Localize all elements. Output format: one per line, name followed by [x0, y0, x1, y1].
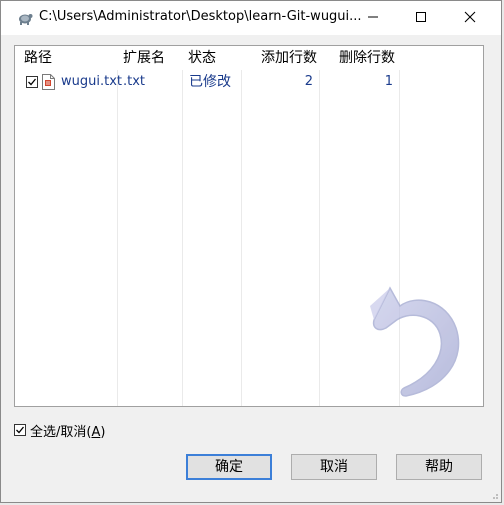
- column-divider: [182, 46, 183, 406]
- select-all-checkbox[interactable]: [14, 424, 26, 436]
- column-divider: [241, 46, 242, 406]
- table-row[interactable]: wugui.txt .txt 已修改 2 1: [15, 72, 483, 92]
- row-path: wugui.txt: [61, 74, 122, 89]
- close-icon: [464, 11, 476, 23]
- row-extension: .txt: [123, 74, 146, 89]
- checkmark-icon: [16, 426, 25, 434]
- select-all-toggle[interactable]: 全选/取消(A): [14, 421, 106, 440]
- help-button[interactable]: 帮助: [396, 454, 482, 480]
- column-header-deleted-lines[interactable]: 删除行数: [323, 46, 395, 70]
- row-deleted-lines: 1: [384, 74, 393, 89]
- close-button[interactable]: [447, 1, 493, 33]
- row-status: 已修改: [189, 74, 231, 90]
- dialog-window: C:\Users\Administrator\Desktop\learn-Git…: [0, 0, 502, 503]
- text-file-icon: [42, 74, 55, 90]
- resize-grip-icon[interactable]: [489, 490, 499, 500]
- column-header-extension[interactable]: 扩展名: [123, 46, 165, 70]
- maximize-icon: [416, 12, 426, 22]
- column-header-status[interactable]: 状态: [188, 46, 216, 70]
- row-added-lines: 2: [304, 74, 313, 89]
- title-bar[interactable]: C:\Users\Administrator\Desktop\learn-Git…: [1, 1, 501, 35]
- dialog-client-area: 路径 扩展名 状态 添加行数 删除行数 wugui.txt .txt 已修改 2…: [1, 35, 501, 502]
- tortoisegit-icon: [19, 14, 33, 25]
- ok-button[interactable]: 确定: [186, 454, 272, 480]
- row-checkbox[interactable]: [26, 76, 38, 88]
- window-title: C:\Users\Administrator\Desktop\learn-Git…: [39, 9, 362, 24]
- checkmark-icon: [28, 78, 37, 86]
- minimize-button[interactable]: [350, 1, 396, 33]
- column-header-added-lines[interactable]: 添加行数: [245, 46, 317, 70]
- file-list[interactable]: 路径 扩展名 状态 添加行数 删除行数 wugui.txt .txt 已修改 2…: [14, 45, 484, 407]
- column-divider: [117, 46, 118, 406]
- list-header: 路径 扩展名 状态 添加行数 删除行数: [15, 46, 483, 70]
- undo-arrow-icon: [370, 286, 460, 397]
- cancel-button[interactable]: 取消: [291, 454, 377, 480]
- maximize-button[interactable]: [398, 1, 444, 33]
- select-all-label: 全选/取消(A): [30, 424, 106, 440]
- minimize-icon: [368, 16, 378, 18]
- column-header-path[interactable]: 路径: [24, 46, 52, 70]
- column-divider: [319, 46, 320, 406]
